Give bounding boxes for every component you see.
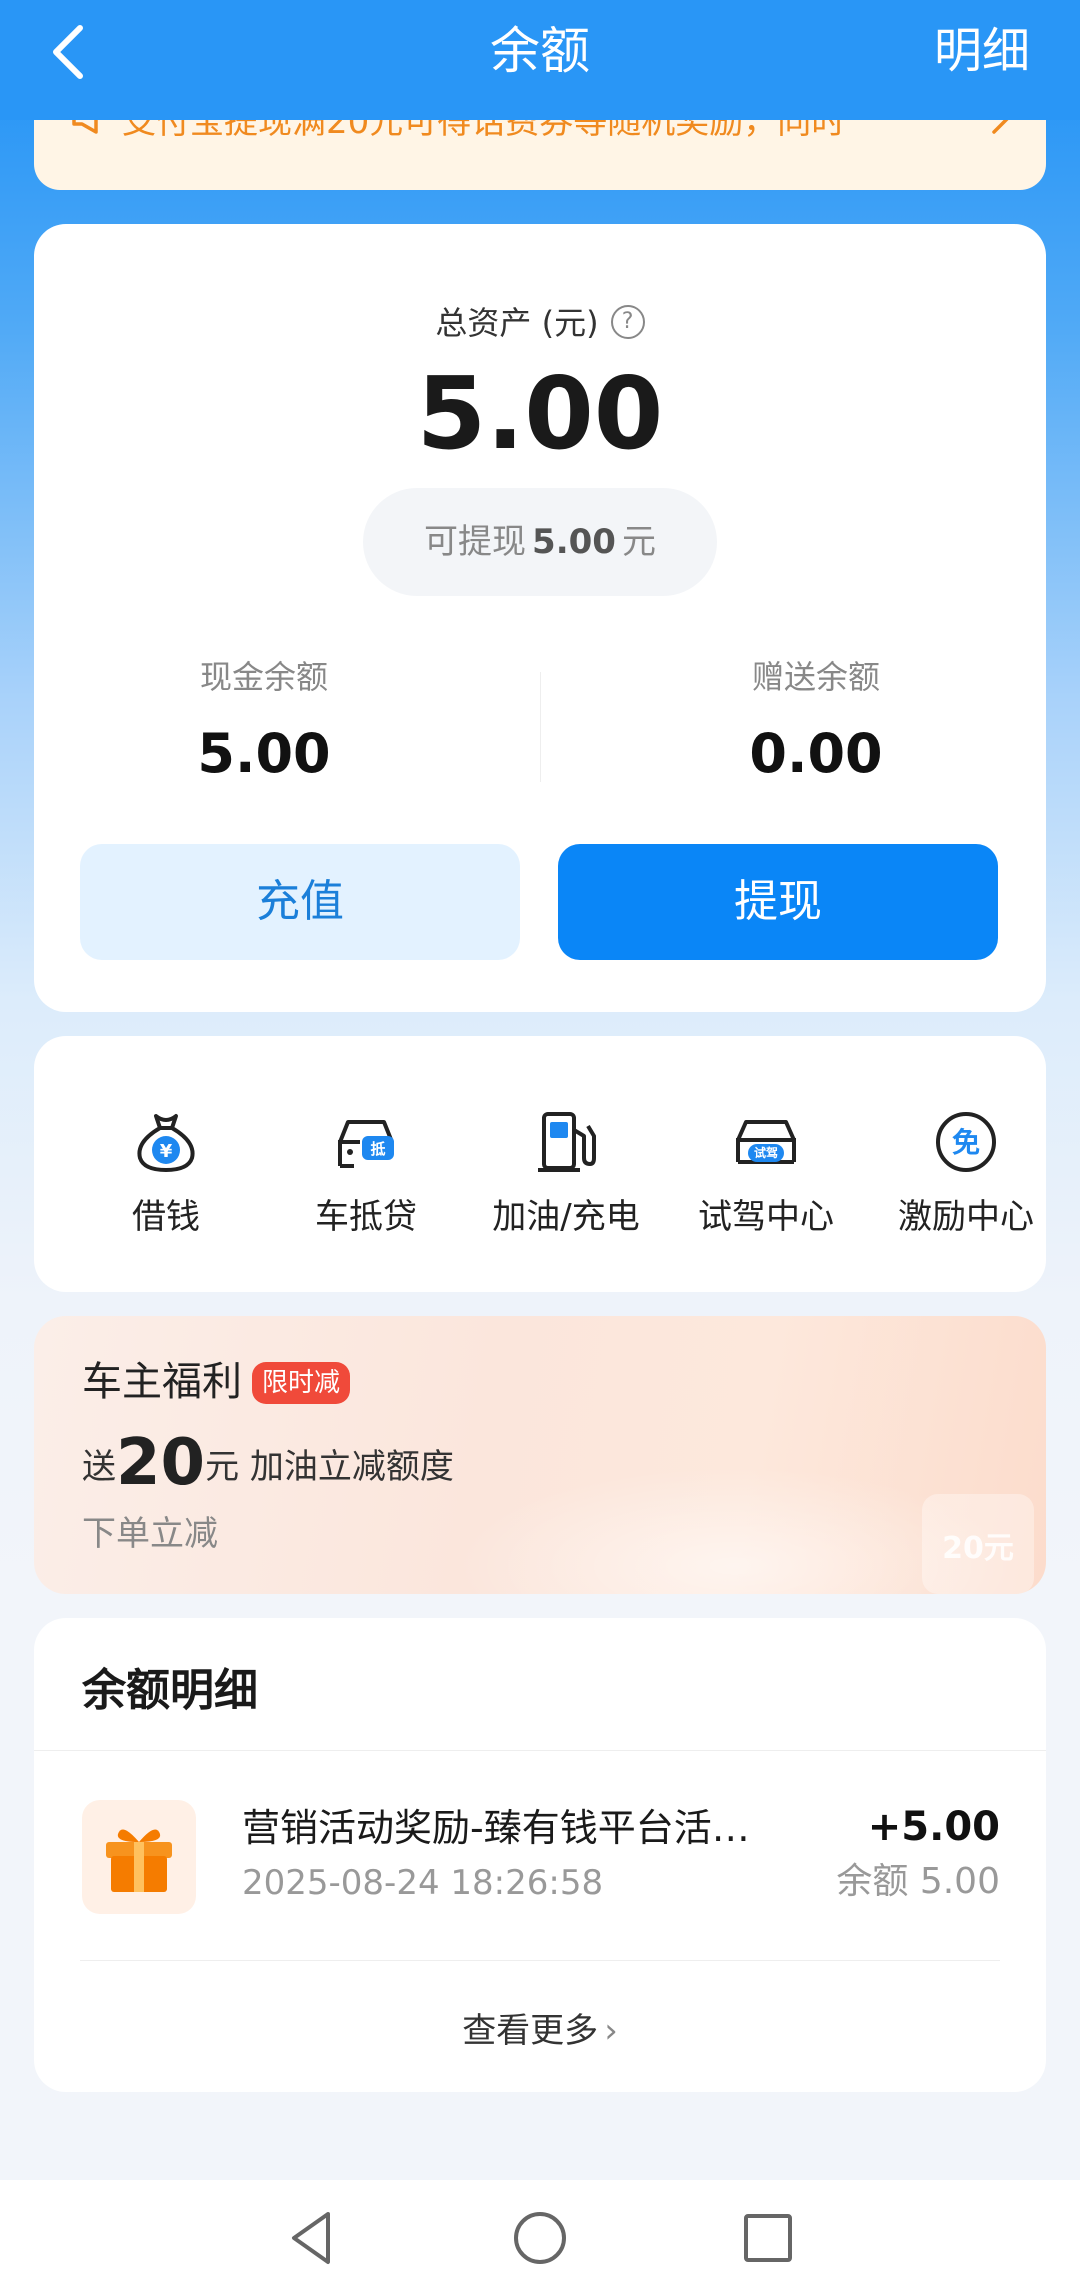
service-label: 激励中心	[898, 1197, 1034, 1237]
service-incentive[interactable]: 免 激励中心	[866, 1106, 1066, 1240]
service-test-drive[interactable]: 试驾 试驾中心	[666, 1106, 866, 1240]
divider	[34, 1750, 1046, 1751]
service-fuel[interactable]: 加油/充电	[466, 1106, 666, 1240]
limited-time-badge: 限时减	[252, 1362, 351, 1404]
cash-balance: 现金余额 5.00	[34, 654, 494, 794]
free-icon: 免	[936, 1112, 996, 1172]
money-bag-icon: ¥	[137, 1114, 195, 1172]
withdrawable-unit: 元	[621, 522, 656, 562]
promo-prefix: 送	[82, 1447, 116, 1487]
svg-text:¥: ¥	[160, 1141, 173, 1162]
withdrawable-amount: 5.00	[532, 522, 616, 562]
service-borrow[interactable]: ¥ 借钱	[66, 1106, 266, 1240]
coupon-graphic: 20元	[922, 1494, 1034, 1594]
services-card: ¥ 借钱 抵 车抵贷 加油/充电 试驾 试驾中心 免 激励中心	[34, 1036, 1046, 1292]
chevron-right-icon: ›	[604, 2011, 618, 2051]
circle-home-icon	[514, 2212, 566, 2264]
system-nav-bar	[0, 2180, 1080, 2294]
square-recents-icon	[744, 2214, 792, 2262]
total-assets-value: 5.00	[416, 355, 664, 472]
service-label: 车抵贷	[315, 1197, 417, 1237]
balance-page: 余额 明细 支付宝提现满20元可得话费券等随机奖励，同时 总资产 (元)? 5.…	[0, 0, 1080, 2294]
nav-recents-button[interactable]	[738, 2208, 798, 2268]
balance-details-card: 余额明细 营销活动奖励-臻有钱平台活动奖励 2025-08-24 18:26:5…	[34, 1618, 1046, 2092]
top-bar: 余额 明细	[0, 0, 1080, 120]
recharge-button[interactable]: 充值	[80, 844, 520, 960]
transaction-name: 营销活动奖励-臻有钱平台活动奖励	[242, 1806, 782, 1850]
promo-card[interactable]: 车主福利 限时减 送20元 加油立减额度 下单立减 20元	[34, 1316, 1046, 1594]
cash-balance-label: 现金余额	[199, 658, 328, 696]
cash-balance-value: 5.00	[197, 722, 331, 785]
gift-balance: 赠送余额 0.00	[586, 654, 1046, 794]
transaction-amount: +5.00	[867, 1804, 1000, 1850]
total-assets-text: 总资产 (元)	[435, 304, 599, 342]
nav-home-button[interactable]	[510, 2208, 570, 2268]
gift-icon	[82, 1800, 196, 1914]
nav-back-button[interactable]	[282, 2208, 342, 2268]
transaction-balance: 余额 5.00	[836, 1861, 1000, 1902]
assets-card: 总资产 (元)? 5.00 可提现 5.00 元 现金余额 5.00 赠送余额 0.…	[34, 224, 1046, 1012]
transaction-date: 2025-08-24 18:26:58	[242, 1863, 604, 1903]
withdrawable-pill: 可提现 5.00 元	[363, 488, 717, 596]
triangle-back-icon	[292, 2212, 330, 2264]
fuel-pump-icon	[538, 1112, 596, 1172]
divider	[540, 672, 541, 782]
svg-text:抵: 抵	[370, 1140, 385, 1158]
gift-balance-label: 赠送余额	[751, 658, 880, 696]
promo-subtitle: 下单立减	[82, 1514, 218, 1554]
divider	[80, 1960, 1000, 1961]
promo-amount: 20	[116, 1426, 206, 1500]
detail-link[interactable]: 明细	[934, 18, 1030, 84]
test-drive-icon: 试驾	[736, 1120, 796, 1164]
promo-unit: 元	[205, 1447, 240, 1487]
gift-balance-value: 0.00	[749, 722, 883, 785]
help-icon[interactable]: ?	[610, 305, 645, 339]
total-assets-label: 总资产 (元)?	[34, 300, 1046, 346]
view-more-text: 查看更多	[462, 2011, 599, 2051]
service-car-loan[interactable]: 抵 车抵贷	[266, 1106, 466, 1240]
page-title: 余额	[490, 22, 590, 80]
svg-text:试驾: 试驾	[754, 1145, 778, 1160]
promo-title: 车主福利 限时减	[82, 1354, 351, 1410]
details-title: 余额明细	[82, 1665, 258, 1716]
promo-title-text: 车主福利	[82, 1359, 242, 1405]
car-loan-icon: 抵	[338, 1120, 394, 1168]
service-label: 加油/充电	[492, 1197, 640, 1237]
withdraw-button[interactable]: 提现	[558, 844, 998, 960]
service-label: 试驾中心	[698, 1197, 834, 1237]
svg-text:免: 免	[952, 1126, 980, 1159]
service-label: 借钱	[132, 1197, 200, 1237]
promo-suffix: 加油立减额度	[249, 1447, 454, 1487]
withdrawable-label: 可提现	[424, 522, 527, 562]
promo-offer: 送20元 加油立减额度	[82, 1428, 454, 1502]
view-more-link[interactable]: 查看更多 ›	[34, 2006, 1046, 2056]
